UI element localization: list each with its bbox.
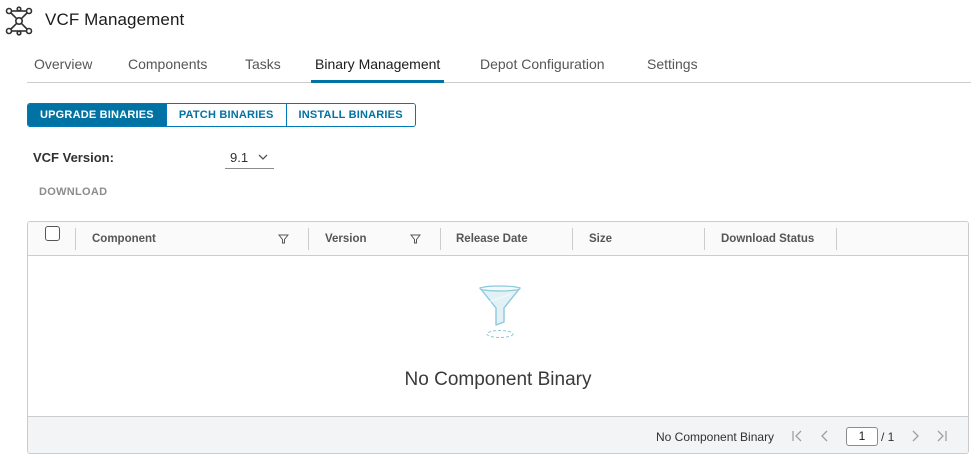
tab-tasks[interactable]: Tasks — [245, 56, 281, 83]
column-separator — [440, 228, 441, 250]
filter-icon[interactable] — [410, 234, 421, 244]
select-all-checkbox[interactable] — [45, 226, 60, 241]
first-page-icon[interactable] — [790, 429, 804, 443]
vcf-version-label: VCF Version: — [33, 150, 114, 165]
column-label: Download Status — [721, 233, 815, 245]
download-button[interactable]: DOWNLOAD — [33, 184, 113, 200]
vcf-version-value: 9.1 — [230, 150, 249, 165]
empty-filter-icon — [479, 285, 521, 338]
column-separator — [308, 228, 309, 250]
previous-page-icon[interactable] — [818, 429, 832, 443]
page-number-input[interactable]: 1 — [846, 427, 878, 446]
chevron-down-icon — [258, 154, 268, 160]
tab-depot-configuration[interactable]: Depot Configuration — [480, 56, 605, 83]
column-separator — [836, 228, 837, 250]
column-label: Version — [325, 233, 367, 245]
datagrid-header: Component Version Release Date Size Down… — [28, 222, 968, 256]
column-separator — [75, 228, 76, 250]
binary-type-toggle: UPGRADE BINARIES PATCH BINARIES INSTALL … — [27, 103, 416, 127]
tab-components[interactable]: Components — [128, 56, 207, 83]
column-separator — [704, 228, 705, 250]
patch-binaries-button[interactable]: PATCH BINARIES — [166, 104, 287, 126]
app-header: VCF Management — [0, 0, 975, 40]
upgrade-binaries-button[interactable]: UPGRADE BINARIES — [28, 104, 167, 126]
column-separator — [572, 228, 573, 250]
page-total: / 1 — [881, 430, 895, 444]
tab-settings[interactable]: Settings — [647, 56, 698, 83]
binaries-datagrid: Component Version Release Date Size Down… — [27, 221, 969, 454]
main-tabs: Overview Components Tasks Binary Managem… — [27, 50, 971, 83]
column-label: Component — [92, 233, 156, 245]
footer-status: No Component Binary — [656, 430, 775, 444]
network-hub-icon — [5, 6, 33, 36]
filter-icon[interactable] — [278, 234, 289, 244]
column-label: Size — [589, 233, 613, 245]
next-page-icon[interactable] — [908, 429, 922, 443]
column-label: Release Date — [456, 233, 528, 245]
datagrid-footer: No Component Binary 1 / 1 — [28, 416, 968, 453]
tab-binary-management[interactable]: Binary Management — [311, 56, 445, 83]
empty-state-message: No Component Binary — [404, 369, 592, 390]
last-page-icon[interactable] — [935, 429, 949, 443]
tab-overview[interactable]: Overview — [34, 56, 92, 83]
app-title: VCF Management — [45, 10, 185, 29]
install-binaries-button[interactable]: INSTALL BINARIES — [286, 104, 415, 126]
vcf-version-select[interactable]: 9.1 — [225, 146, 274, 169]
